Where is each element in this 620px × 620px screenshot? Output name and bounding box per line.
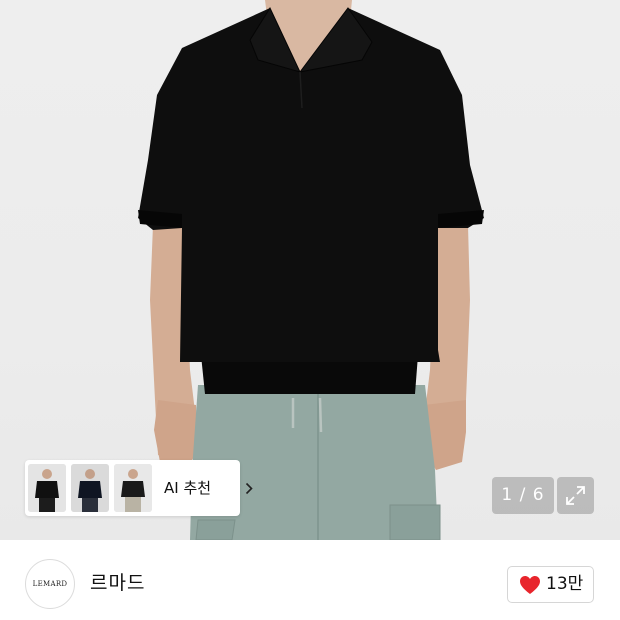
like-button[interactable]: 13만 (507, 566, 594, 603)
seller-logo-text: LEMARD (32, 580, 68, 588)
product-image-gallery[interactable]: AI 추천 1 / 6 (0, 0, 620, 540)
expand-icon (566, 486, 585, 505)
recommend-thumbnail[interactable] (71, 464, 109, 512)
recommend-thumbnail[interactable] (114, 464, 152, 512)
image-counter: 1 / 6 (492, 477, 554, 514)
seller-logo[interactable]: LEMARD (25, 559, 75, 609)
like-count: 13만 (546, 574, 584, 594)
ai-recommend-strip[interactable]: AI 추천 (25, 460, 253, 516)
seller-name[interactable]: 르마드 (90, 570, 145, 596)
ai-recommend-label: AI 추천 (164, 479, 212, 497)
chevron-right-icon (245, 482, 253, 495)
product-photo (138, 0, 484, 540)
recommend-thumbnail[interactable] (28, 464, 66, 512)
expand-button[interactable] (557, 477, 594, 514)
heart-icon (520, 576, 540, 594)
